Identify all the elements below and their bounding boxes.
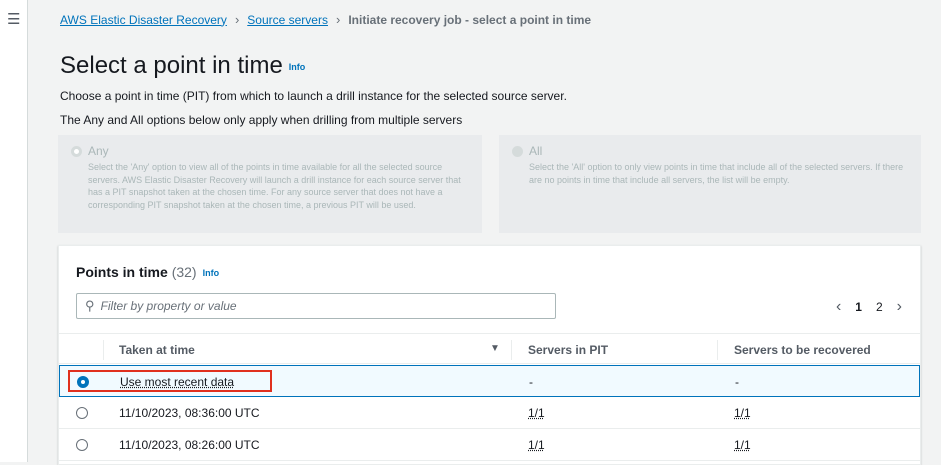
row-radio[interactable]	[76, 439, 88, 451]
column-servers-to-be-recovered[interactable]: Servers to be recovered	[734, 343, 871, 357]
option-all: All Select the 'All' option to only view…	[499, 135, 921, 233]
option-label: All	[529, 144, 543, 158]
radio-all	[512, 146, 523, 157]
table-count: (32)	[171, 264, 197, 280]
breadcrumb-current: Initiate recovery job - select a point i…	[348, 12, 592, 27]
next-page-icon[interactable]: ›	[897, 298, 902, 316]
breadcrumb: AWS Elastic Disaster Recovery › Source s…	[60, 12, 591, 27]
row-rec: 1/1	[734, 438, 751, 452]
prev-page-icon[interactable]: ‹	[836, 298, 841, 316]
option-label: Any	[88, 144, 109, 158]
row-rec: 1/1	[734, 406, 751, 420]
info-link[interactable]: Info	[203, 268, 220, 278]
column-taken-at-time[interactable]: Taken at time	[119, 343, 195, 357]
breadcrumb-drs[interactable]: AWS Elastic Disaster Recovery	[60, 13, 227, 27]
page-1[interactable]: 1	[855, 300, 862, 314]
table-title: Points in time (32) Info	[76, 264, 219, 280]
filter-input[interactable]: ⚲ Filter by property or value	[76, 293, 556, 319]
row-radio[interactable]	[77, 376, 89, 388]
points-in-time-table: Points in time (32) Info ⚲ Filter by prope…	[58, 245, 921, 465]
info-link[interactable]: Info	[289, 62, 306, 72]
page-title-text: Select a point in time	[60, 52, 283, 79]
chevron-right-icon: ›	[234, 12, 240, 27]
page-description: Choose a point in time (PIT) from which …	[60, 89, 567, 103]
row-rec: -	[735, 375, 739, 389]
page-2[interactable]: 2	[876, 300, 883, 314]
menu-icon[interactable]: ☰	[7, 10, 20, 28]
table-row[interactable]: 11/10/2023, 08:36:00 UTC 1/1 1/1	[59, 397, 920, 429]
row-time: 11/10/2023, 08:36:00 UTC	[119, 406, 260, 420]
table-header: Taken at time ▼ Servers in PIT Servers t…	[59, 333, 920, 364]
row-pit: 1/1	[528, 406, 545, 420]
row-time: 11/10/2023, 08:26:00 UTC	[119, 438, 260, 452]
page-note: The Any and All options below only apply…	[60, 113, 463, 127]
table-title-text: Points in time	[76, 264, 168, 280]
table-row[interactable]: Use most recent data - -	[59, 365, 920, 397]
pagination: ‹ 1 2 ›	[836, 298, 902, 316]
column-servers-in-pit[interactable]: Servers in PIT	[528, 343, 608, 357]
breadcrumb-source-servers[interactable]: Source servers	[247, 13, 328, 27]
page-title: Select a point in time Info	[60, 52, 305, 80]
radio-any	[71, 146, 82, 157]
sort-desc-icon[interactable]: ▼	[490, 343, 500, 354]
search-icon: ⚲	[85, 298, 95, 313]
row-radio[interactable]	[76, 407, 88, 419]
table-row[interactable]: 11/10/2023, 08:26:00 UTC 1/1 1/1	[59, 429, 920, 461]
option-desc: Select the 'Any' option to view all of t…	[88, 162, 461, 210]
filter-placeholder: Filter by property or value	[100, 299, 237, 313]
option-any: Any Select the 'Any' option to view all …	[58, 135, 482, 233]
row-time: Use most recent data	[120, 375, 235, 389]
option-desc: Select the 'All' option to only view poi…	[529, 162, 904, 185]
chevron-right-icon: ›	[335, 12, 341, 27]
row-pit: -	[529, 375, 533, 389]
side-nav: ☰	[0, 0, 28, 462]
row-pit: 1/1	[528, 438, 545, 452]
